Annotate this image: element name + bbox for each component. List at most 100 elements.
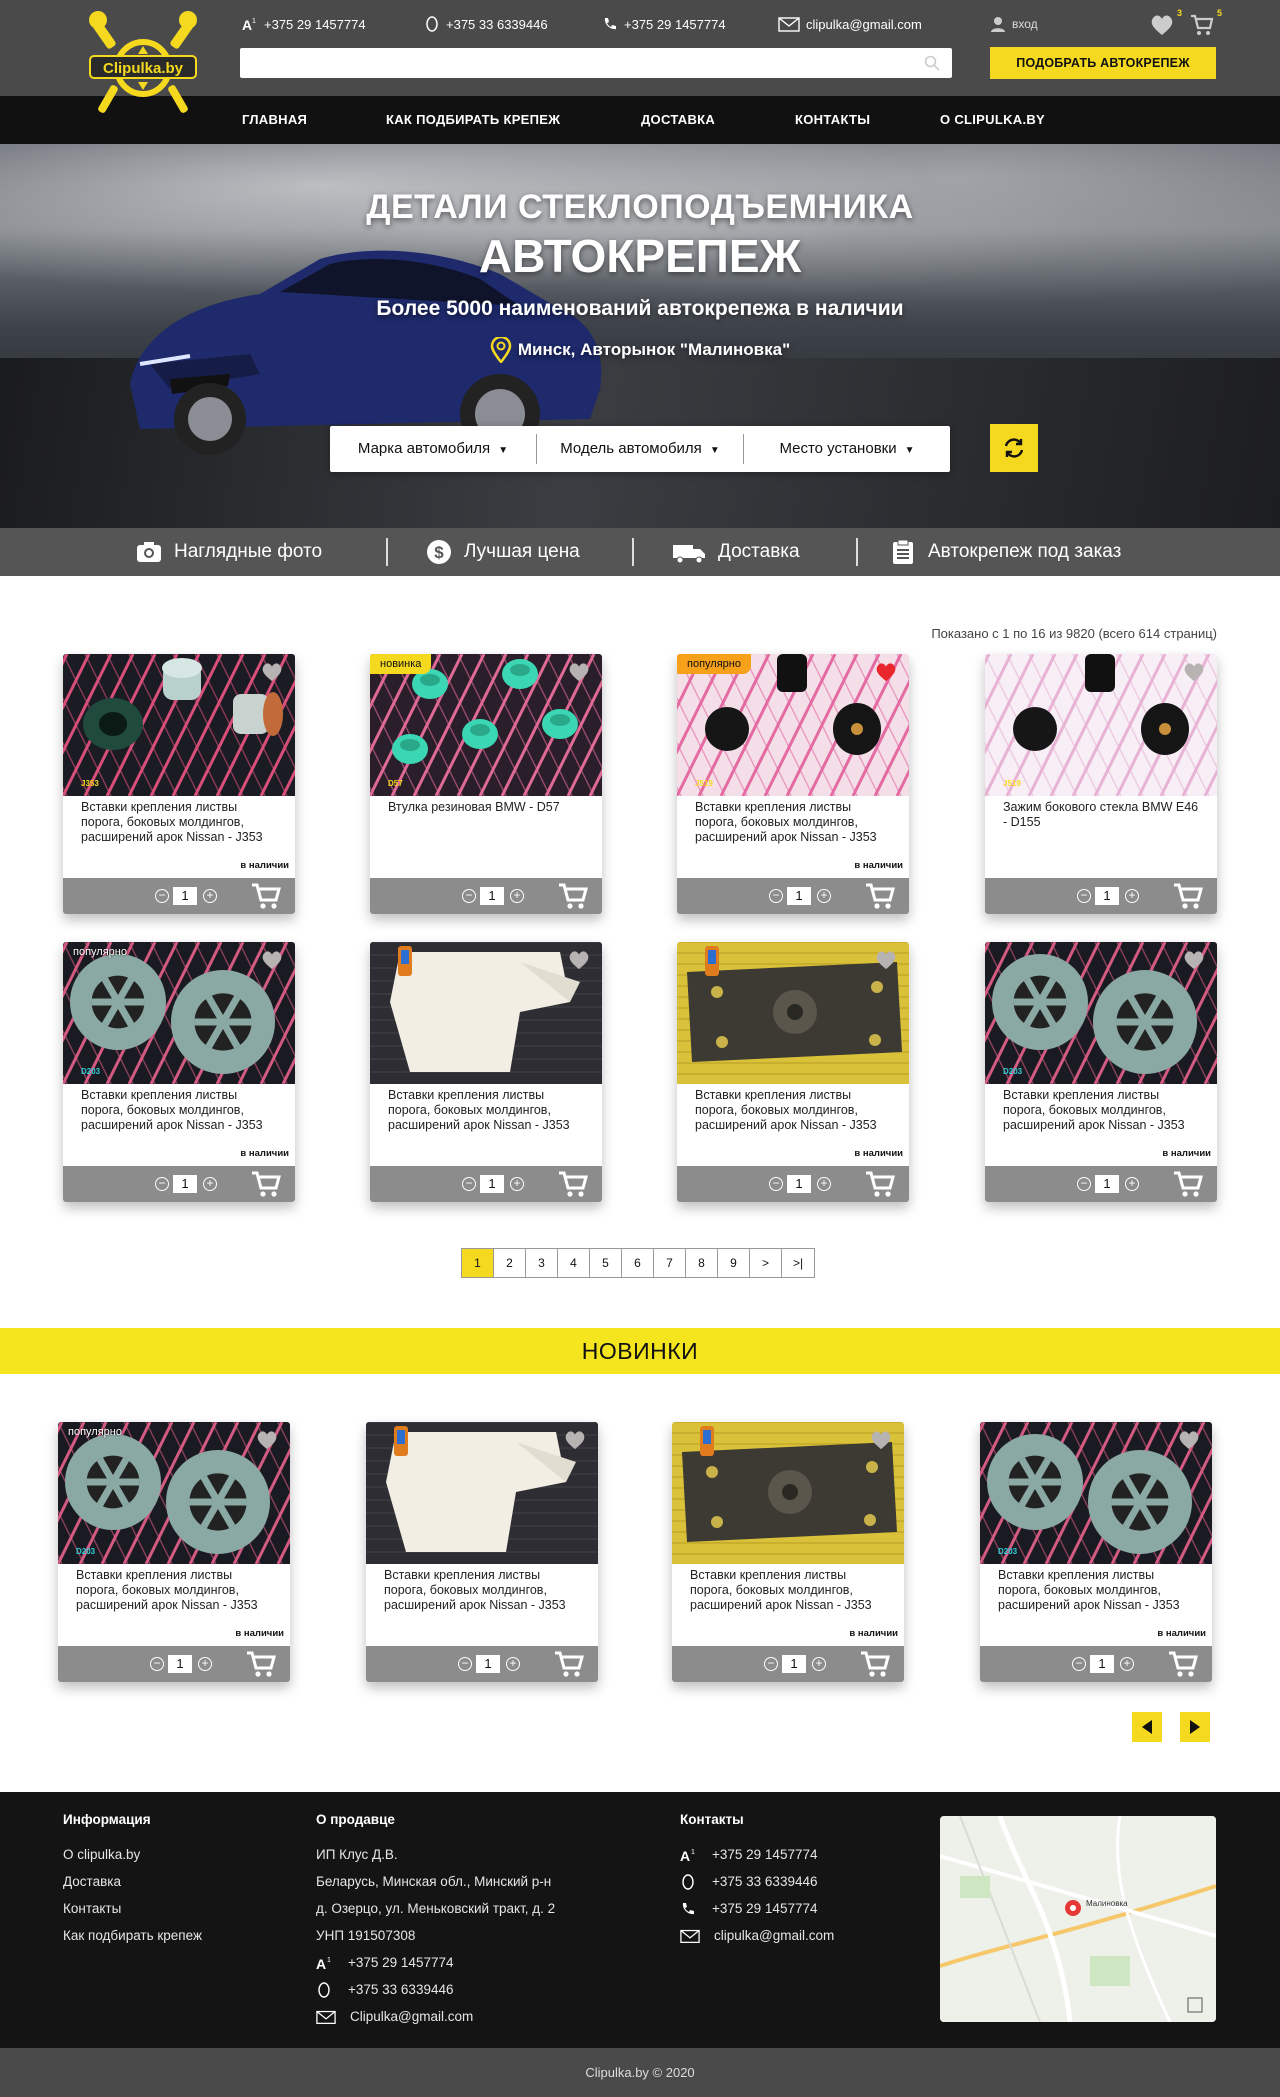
qty-minus-button[interactable]: − (155, 1177, 169, 1191)
qty-plus-button[interactable]: + (817, 889, 831, 903)
nav-item-how-to-choose[interactable]: КАК ПОДБИРАТЬ КРЕПЕЖ (386, 96, 560, 144)
page-link[interactable]: 6 (622, 1249, 654, 1277)
qty-input[interactable]: 1 (476, 1655, 500, 1673)
product-title[interactable]: Вставки крепления листвы порога, боковых… (76, 1568, 276, 1613)
qty-plus-button[interactable]: + (817, 1177, 831, 1191)
heart-icon[interactable] (870, 1430, 892, 1450)
qty-minus-button[interactable]: − (764, 1657, 778, 1671)
qty-minus-button[interactable]: − (462, 1177, 476, 1191)
product-title[interactable]: Вставки крепления листвы порога, боковых… (998, 1568, 1198, 1613)
page-link[interactable]: 9 (718, 1249, 750, 1277)
qty-input[interactable]: 1 (782, 1655, 806, 1673)
nav-item-about[interactable]: О CLIPULKA.BY (940, 96, 1045, 144)
product-title[interactable]: Вставки крепления листвы порога, боковых… (695, 800, 895, 845)
cart-button[interactable]: 5 (1190, 8, 1222, 36)
qty-input[interactable]: 1 (168, 1655, 192, 1673)
heart-icon[interactable] (1183, 950, 1205, 970)
qty-plus-button[interactable]: + (198, 1657, 212, 1671)
qty-input[interactable]: 1 (1090, 1655, 1114, 1673)
header-phone-mts[interactable]: +375 33 6339446 (424, 16, 548, 32)
seller-email[interactable]: Clipulka@gmail.com (316, 2003, 555, 2030)
qty-plus-button[interactable]: + (510, 1177, 524, 1191)
refresh-button[interactable] (990, 424, 1038, 472)
product-title[interactable]: Вставки крепления листвы порога, боковых… (690, 1568, 890, 1613)
qty-input[interactable]: 1 (1095, 887, 1119, 905)
nav-item-home[interactable]: ГЛАВНАЯ (242, 96, 307, 144)
product-card[interactable]: Вставки крепления листвы порога, боковых… (366, 1422, 598, 1682)
footer-link-how-to-choose[interactable]: Как подбирать крепеж (63, 1922, 202, 1949)
qty-minus-button[interactable]: − (1077, 889, 1091, 903)
heart-icon[interactable] (568, 950, 590, 970)
qty-minus-button[interactable]: − (1077, 1177, 1091, 1191)
qty-plus-button[interactable]: + (203, 889, 217, 903)
qty-minus-button[interactable]: − (769, 1177, 783, 1191)
qty-input[interactable]: 1 (480, 887, 504, 905)
page-link[interactable]: >| (782, 1249, 814, 1277)
product-card[interactable]: Вставки крепления листвы порога, боковых… (672, 1422, 904, 1682)
page-link[interactable]: 8 (686, 1249, 718, 1277)
add-to-cart-icon[interactable] (251, 1170, 281, 1198)
carousel-next-button[interactable] (1180, 1712, 1210, 1742)
add-to-cart-icon[interactable] (558, 882, 588, 910)
qty-plus-button[interactable]: + (1125, 889, 1139, 903)
footer-phone-mts[interactable]: +375 33 6339446 (680, 1868, 834, 1895)
qty-input[interactable]: 1 (480, 1175, 504, 1193)
qty-input[interactable]: 1 (1095, 1175, 1119, 1193)
footer-link-about[interactable]: О clipulka.by (63, 1841, 202, 1868)
qty-input[interactable]: 1 (173, 1175, 197, 1193)
qty-minus-button[interactable]: − (462, 889, 476, 903)
footer-phone-viber[interactable]: +375 29 1457774 (680, 1895, 834, 1922)
product-card[interactable]: J519 Зажим бокового стекла BMW E46 - D15… (985, 654, 1217, 914)
heart-icon[interactable] (261, 662, 283, 682)
qty-minus-button[interactable]: − (150, 1657, 164, 1671)
qty-plus-button[interactable]: + (203, 1177, 217, 1191)
page-link[interactable]: 3 (526, 1249, 558, 1277)
product-card[interactable]: J353 Вставки крепления листвы порога, бо… (63, 654, 295, 914)
logo-icon[interactable]: Clipulka.by (84, 10, 202, 122)
heart-icon[interactable] (1183, 662, 1205, 682)
heart-icon[interactable] (261, 950, 283, 970)
product-card[interactable]: Вставки крепления листвы порога, боковых… (370, 942, 602, 1202)
add-to-cart-icon[interactable] (251, 882, 281, 910)
product-card[interactable]: J519 популярно Вставки крепления листвы … (677, 654, 909, 914)
select-car-model[interactable]: Модель автомобиля ▼ (537, 434, 744, 464)
product-title[interactable]: Вставки крепления листвы порога, боковых… (384, 1568, 584, 1613)
add-to-cart-icon[interactable] (865, 1170, 895, 1198)
add-to-cart-icon[interactable] (1168, 1650, 1198, 1678)
product-card[interactable]: D203 популярно Вставки крепления листвы … (63, 942, 295, 1202)
product-card[interactable]: Вставки крепления листвы порога, боковых… (677, 942, 909, 1202)
heart-icon[interactable] (875, 950, 897, 970)
search-input[interactable] (240, 48, 952, 78)
add-to-cart-icon[interactable] (1173, 1170, 1203, 1198)
nav-item-delivery[interactable]: ДОСТАВКА (641, 96, 715, 144)
footer-phone-a1[interactable]: A1 +375 29 1457774 (680, 1841, 834, 1868)
qty-plus-button[interactable]: + (812, 1657, 826, 1671)
select-install-place[interactable]: Место установки ▼ (744, 434, 950, 464)
page-link[interactable]: 2 (494, 1249, 526, 1277)
heart-icon[interactable] (564, 1430, 586, 1450)
product-title[interactable]: Вставки крепления листвы порога, боковых… (81, 800, 281, 845)
qty-input[interactable]: 1 (787, 1175, 811, 1193)
favorites-button[interactable]: 3 (1150, 8, 1182, 36)
footer-link-delivery[interactable]: Доставка (63, 1868, 202, 1895)
header-email[interactable]: clipulka@gmail.com (778, 16, 922, 32)
qty-plus-button[interactable]: + (506, 1657, 520, 1671)
page-link[interactable]: 7 (654, 1249, 686, 1277)
footer-email[interactable]: clipulka@gmail.com (680, 1922, 834, 1949)
qty-minus-button[interactable]: − (1072, 1657, 1086, 1671)
heart-icon[interactable] (1178, 1430, 1200, 1450)
carousel-prev-button[interactable] (1132, 1712, 1162, 1742)
product-title[interactable]: Вставки крепления листвы порога, боковых… (1003, 1088, 1203, 1133)
product-title[interactable]: Вставки крепления листвы порога, боковых… (81, 1088, 281, 1133)
location-map[interactable]: Малиновка (940, 1816, 1216, 2022)
page-link[interactable]: 1 (462, 1249, 494, 1277)
seller-phone-a1[interactable]: A1 +375 29 1457774 (316, 1949, 555, 1976)
product-card[interactable]: D203 Вставки крепления листвы порога, бо… (985, 942, 1217, 1202)
product-title[interactable]: Вставки крепления листвы порога, боковых… (695, 1088, 895, 1133)
find-fasteners-button[interactable]: ПОДОБРАТЬ АВТОКРЕПЕЖ (990, 47, 1216, 79)
product-title[interactable]: Зажим бокового стекла BMW E46 - D155 (1003, 800, 1203, 830)
qty-input[interactable]: 1 (787, 887, 811, 905)
add-to-cart-icon[interactable] (246, 1650, 276, 1678)
add-to-cart-icon[interactable] (865, 882, 895, 910)
qty-minus-button[interactable]: − (458, 1657, 472, 1671)
